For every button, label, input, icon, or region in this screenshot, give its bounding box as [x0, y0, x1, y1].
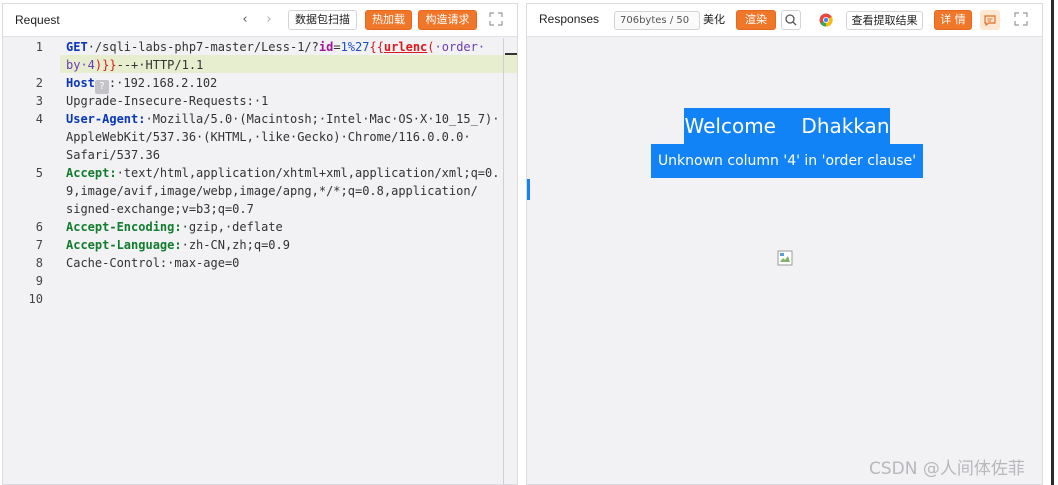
- response-title: Responses: [539, 12, 600, 26]
- response-panel: Responses 706bytes / 50 美化 渲染 查看提取结果 详 情: [526, 3, 1043, 485]
- line-number: 10: [28, 292, 43, 306]
- line-number-gutter: 1 2 3 4 5 6 7 8 9 10: [3, 38, 60, 484]
- chevron-left-icon[interactable]: ‹: [237, 11, 253, 29]
- header-value: ·text/html,application/xhtml+xml,applica…: [116, 166, 500, 180]
- code-line: Host?:·192.168.2.102: [66, 74, 506, 94]
- line-number: 7: [35, 238, 43, 252]
- response-size: 706bytes / 50: [614, 11, 700, 30]
- broken-image-icon: [777, 250, 793, 266]
- scroll-marker[interactable]: [505, 53, 517, 55]
- url-param-value: 1%27: [340, 40, 370, 54]
- header-name: User-Agent:: [66, 112, 146, 126]
- line-number: 1: [35, 40, 43, 54]
- scan-packet-button[interactable]: 数据包扫描: [288, 10, 357, 30]
- hot-load-button[interactable]: 热加载: [365, 10, 412, 30]
- template-arg: by·4: [66, 58, 95, 72]
- rendered-response: Welcome Dhakkan Unknown column '4' in 'o…: [527, 38, 1042, 484]
- window-edge: [1051, 0, 1054, 485]
- url-path: ·/sqli-labs-php7-master/Less-1/?: [87, 40, 319, 54]
- render-button[interactable]: 渲染: [736, 10, 776, 30]
- header-value: ·zh-CN,zh;q=0.9: [181, 238, 290, 252]
- request-header: Request ‹ › 数据包扫描 热加载 构造请求: [3, 4, 517, 37]
- template-close: )}}: [94, 58, 117, 72]
- response-header: Responses 706bytes / 50 美化 渲染 查看提取结果 详 情: [527, 4, 1042, 37]
- code-line: Cache-Control:·max-age=0: [66, 256, 240, 270]
- line-number: 2: [35, 76, 43, 90]
- line-number: 6: [35, 220, 43, 234]
- request-title: Request: [15, 13, 60, 27]
- url-equals: =: [333, 40, 341, 54]
- header-name: Host: [66, 76, 95, 90]
- editor-divider: [503, 38, 504, 484]
- comment-icon[interactable]: [980, 10, 1000, 30]
- page: Request ‹ › 数据包扫描 热加载 构造请求 1 2 3 4 5 6 7…: [0, 0, 1058, 485]
- header-value: ·gzip,·deflate: [181, 220, 283, 234]
- url-param-name: id: [318, 40, 334, 54]
- code-line: by·4)}}--+·HTTP/1.1: [66, 56, 506, 74]
- search-icon-glyph: [785, 14, 797, 26]
- selection-marker: [527, 179, 530, 200]
- line-number: 9: [35, 274, 43, 288]
- header-value: :·192.168.2.102: [108, 76, 218, 90]
- line-number: 4: [35, 112, 43, 126]
- code-line: Safari/537.36: [66, 148, 160, 162]
- code-line: Accept-Language:·zh-CN,zh;q=0.9: [66, 236, 506, 254]
- code-line: Accept-Encoding:·gzip,·deflate: [66, 218, 506, 236]
- code-line: 9,image/avif,image/webp,image/apng,*/*;q…: [66, 184, 478, 198]
- request-panel: Request ‹ › 数据包扫描 热加载 构造请求 1 2 3 4 5 6 7…: [2, 3, 518, 485]
- csdn-watermark: CSDN @人间体佐菲: [869, 459, 1025, 479]
- code-line: signed-exchange;v=b3;q=0.7: [66, 202, 254, 216]
- chrome-icon[interactable]: [819, 13, 833, 27]
- code-line: GET·/sqli-labs-php7-master/Less-1/?id=1%…: [66, 38, 506, 56]
- http-method: GET: [66, 40, 88, 54]
- header-name: Accept-Language:: [66, 238, 182, 252]
- expand-icon[interactable]: [489, 12, 503, 26]
- chevron-right-icon[interactable]: ›: [261, 11, 277, 29]
- template-paren: (: [427, 40, 435, 54]
- code-line: AppleWebKit/537.36·(KHTML,·like·Gecko)·C…: [66, 130, 471, 144]
- code-line: User-Agent:·Mozilla/5.0·(Macintosh;·Inte…: [66, 110, 506, 128]
- line-number: 3: [35, 94, 43, 108]
- beautify-button[interactable]: 美化: [703, 11, 725, 30]
- header-name: Accept:: [66, 166, 117, 180]
- template-open: {{: [369, 40, 384, 54]
- comment-icon-glyph: [984, 15, 996, 27]
- search-icon[interactable]: [781, 10, 801, 30]
- template-arg: ·order·: [434, 40, 486, 54]
- request-line-rest: --+·HTTP/1.1: [116, 58, 204, 72]
- welcome-heading: Welcome Dhakkan: [684, 108, 890, 144]
- build-request-button[interactable]: 构造请求: [418, 10, 477, 30]
- sql-error-message: Unknown column '4' in 'order clause': [651, 144, 923, 178]
- template-function: urlenc: [383, 40, 428, 54]
- line-number: 5: [35, 166, 43, 180]
- request-editor[interactable]: GET·/sqli-labs-php7-master/Less-1/?id=1%…: [60, 38, 517, 484]
- code-line: Accept:·text/html,application/xhtml+xml,…: [66, 164, 506, 182]
- header-value: ·Mozilla/5.0·(Macintosh;·Intel·Mac·OS·X·…: [145, 112, 500, 126]
- header-name: Accept-Encoding:: [66, 220, 182, 234]
- code-line: Upgrade-Insecure-Requests:·1: [66, 94, 269, 108]
- details-button[interactable]: 详 情: [934, 10, 972, 30]
- line-number: 8: [35, 256, 43, 270]
- expand-icon[interactable]: [1014, 12, 1028, 26]
- view-extract-results-button[interactable]: 查看提取结果: [846, 11, 923, 30]
